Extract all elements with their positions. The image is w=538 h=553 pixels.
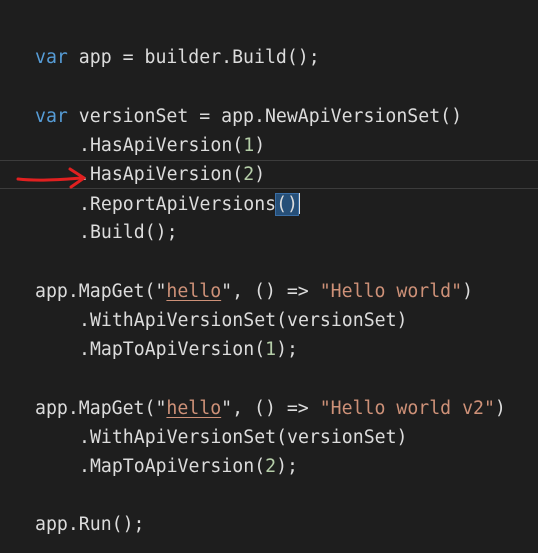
code-line-with-api-version-set-2[interactable]: .WithApiVersionSet(versionSet)	[0, 394, 538, 448]
code-line-mapget-hello-v2[interactable]: app.MapGet("hello", () => "Hello world v…	[0, 365, 538, 419]
code-line-with-api-version-set-1[interactable]: .WithApiVersionSet(versionSet)	[0, 277, 538, 331]
number-literal: 1	[265, 339, 277, 360]
code-text: app.Run();	[35, 514, 145, 535]
code-text: .Build();	[79, 222, 178, 243]
code-text: .MapToApiVersion(	[79, 456, 266, 477]
code-line-has-api-version-2[interactable]: .HasApiVersion(2)	[0, 131, 538, 185]
code-line-app-build[interactable]: var app = builder.Build();	[0, 14, 538, 68]
code-text: .MapToApiVersion(	[79, 339, 266, 360]
code-line-has-api-version-1[interactable]: .HasApiVersion(1)	[0, 102, 538, 156]
code-text: );	[276, 339, 299, 360]
code-text: );	[276, 456, 299, 477]
code-line-map-to-api-version-1[interactable]: .MapToApiVersion(1);	[0, 306, 538, 360]
code-line-mapget-hello[interactable]: app.MapGet("hello", () => "Hello world")	[0, 248, 538, 302]
code-line-version-set[interactable]: var versionSet = app.NewApiVersionSet()	[0, 73, 538, 127]
code-editor[interactable]: var app = builder.Build(); var versionSe…	[0, 0, 538, 553]
red-arrow-icon	[16, 167, 86, 189]
code-line-map-to-api-version-2[interactable]: .MapToApiVersion(2);	[0, 423, 538, 477]
keyword-var: var	[35, 47, 68, 68]
code-line-build[interactable]: .Build();	[0, 189, 538, 243]
code-line-app-run[interactable]: app.Run();	[0, 481, 538, 535]
code-text: app = builder.Build();	[67, 47, 320, 68]
number-literal: 2	[265, 456, 277, 477]
